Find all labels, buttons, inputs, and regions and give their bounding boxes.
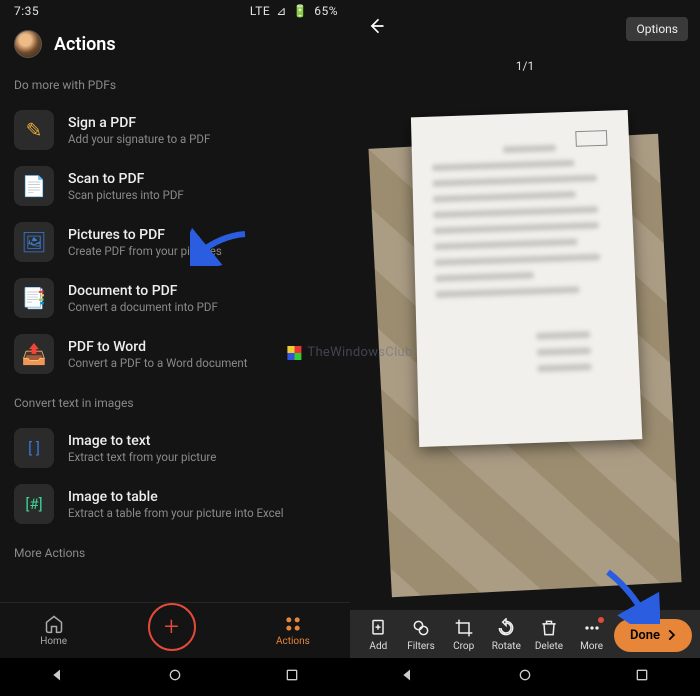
action-subtitle: Extract a table from your picture into E… [68,506,284,520]
sys-back-icon-r[interactable] [400,667,416,687]
tab-home[interactable]: Home [40,614,67,647]
bottom-nav: Home + Actions [0,602,350,658]
section-label-images: Convert text in images [0,392,350,420]
action-title: Image to text [68,433,216,449]
editor-topbar: Options [350,0,700,53]
actions-list: Do more with PDFs ✎ Sign a PDFAdd your si… [0,74,350,602]
action-image-to-text[interactable]: [ ] Image to textExtract text from your p… [0,420,350,476]
action-subtitle: Convert a PDF to a Word document [68,356,248,370]
scan-to-pdf-icon: 📄 [14,166,54,206]
notification-dot [598,617,604,623]
status-time: 7:35 [14,4,39,18]
sys-home-icon[interactable] [167,667,183,687]
sys-recent-icon[interactable] [284,667,300,687]
tool-crop-label: Crop [453,641,474,652]
signal-icon: ⊿ [276,4,287,18]
sys-recent-icon-r[interactable] [634,667,650,687]
action-title: Scan to PDF [68,171,184,187]
system-nav [0,658,350,696]
status-net: LTE [250,4,270,18]
action-subtitle: Convert a document into PDF [68,300,218,314]
trash-icon [539,618,559,638]
action-subtitle: Extract text from your picture [68,450,216,464]
status-bar: 7:35 LTE ⊿ 🔋 65% [0,0,350,20]
editor-screen: Options 1/1 [350,0,700,696]
image-to-table-icon: [#] [14,484,54,524]
avatar[interactable] [14,30,42,58]
tab-actions[interactable]: Actions [276,614,310,647]
tool-crop[interactable]: Crop [443,618,484,652]
options-button[interactable]: Options [626,17,688,41]
page-title: Actions [54,34,116,55]
section-label-pdfs: Do more with PDFs [0,74,350,102]
tool-rotate[interactable]: Rotate [486,618,527,652]
pdf-to-word-icon: 📤 [14,334,54,374]
crop-icon [454,618,474,638]
tool-add[interactable]: Add [358,618,399,652]
tool-filters[interactable]: Filters [401,618,442,652]
action-pdf-to-word[interactable]: 📤 PDF to WordConvert a PDF to a Word docu… [0,326,350,382]
battery-icon: 🔋 [293,4,308,18]
action-subtitle: Scan pictures into PDF [68,188,184,202]
editor-toolbar: Add Filters Crop Rotate Delete More [350,610,700,658]
filters-icon [411,618,431,638]
action-title: Sign a PDF [68,115,210,131]
add-page-icon [368,618,388,638]
tool-delete[interactable]: Delete [529,618,570,652]
tool-rotate-label: Rotate [492,641,521,652]
sys-home-icon-r[interactable] [517,667,533,687]
preview-area[interactable] [350,81,700,610]
battery-pct: 65% [314,4,338,18]
document-to-pdf-icon: 📑 [14,278,54,318]
section-label-more: More Actions [0,542,350,570]
done-label: Done [630,628,660,643]
sign-pdf-icon: ✎ [14,110,54,150]
action-document-to-pdf[interactable]: 📑 Document to PDFConvert a document into … [0,270,350,326]
sys-back-icon[interactable] [50,667,66,687]
chevron-right-icon [664,628,678,642]
tool-delete-label: Delete [535,641,563,652]
action-title: Document to PDF [68,283,218,299]
pictures-to-pdf-icon: 🖼 [14,222,54,262]
tool-more[interactable]: More [571,618,612,652]
action-subtitle: Create PDF from your pictures [68,244,222,258]
action-image-to-table[interactable]: [#] Image to tableExtract a table from yo… [0,476,350,532]
action-sign-pdf[interactable]: ✎ Sign a PDFAdd your signature to a PDF [0,102,350,158]
system-nav-right [350,658,700,696]
actions-screen: 7:35 LTE ⊿ 🔋 65% Actions Do more with PD… [0,0,350,696]
image-to-text-icon: [ ] [14,428,54,468]
tool-filters-label: Filters [407,641,435,652]
tool-add-label: Add [369,641,387,652]
done-button[interactable]: Done [614,619,692,652]
action-scan-to-pdf[interactable]: 📄 Scan to PDFScan pictures into PDF [0,158,350,214]
action-title: Pictures to PDF [68,227,222,243]
tab-actions-label: Actions [276,636,310,647]
rotate-icon [496,618,516,638]
title-bar: Actions [0,20,350,74]
tool-more-label: More [580,641,603,652]
back-arrow-icon [366,16,386,36]
action-title: Image to table [68,489,284,505]
action-title: PDF to Word [68,339,248,355]
actions-grid-icon [283,614,303,634]
tab-home-label: Home [40,636,67,647]
action-pictures-to-pdf[interactable]: 🖼 Pictures to PDFCreate PDF from your pic… [0,214,350,270]
back-button[interactable] [362,12,390,45]
action-subtitle: Add your signature to a PDF [68,132,210,146]
scanned-page[interactable] [411,110,642,447]
page-counter: 1/1 [350,53,700,81]
home-icon [44,614,64,634]
fab-add[interactable]: + [148,603,196,651]
